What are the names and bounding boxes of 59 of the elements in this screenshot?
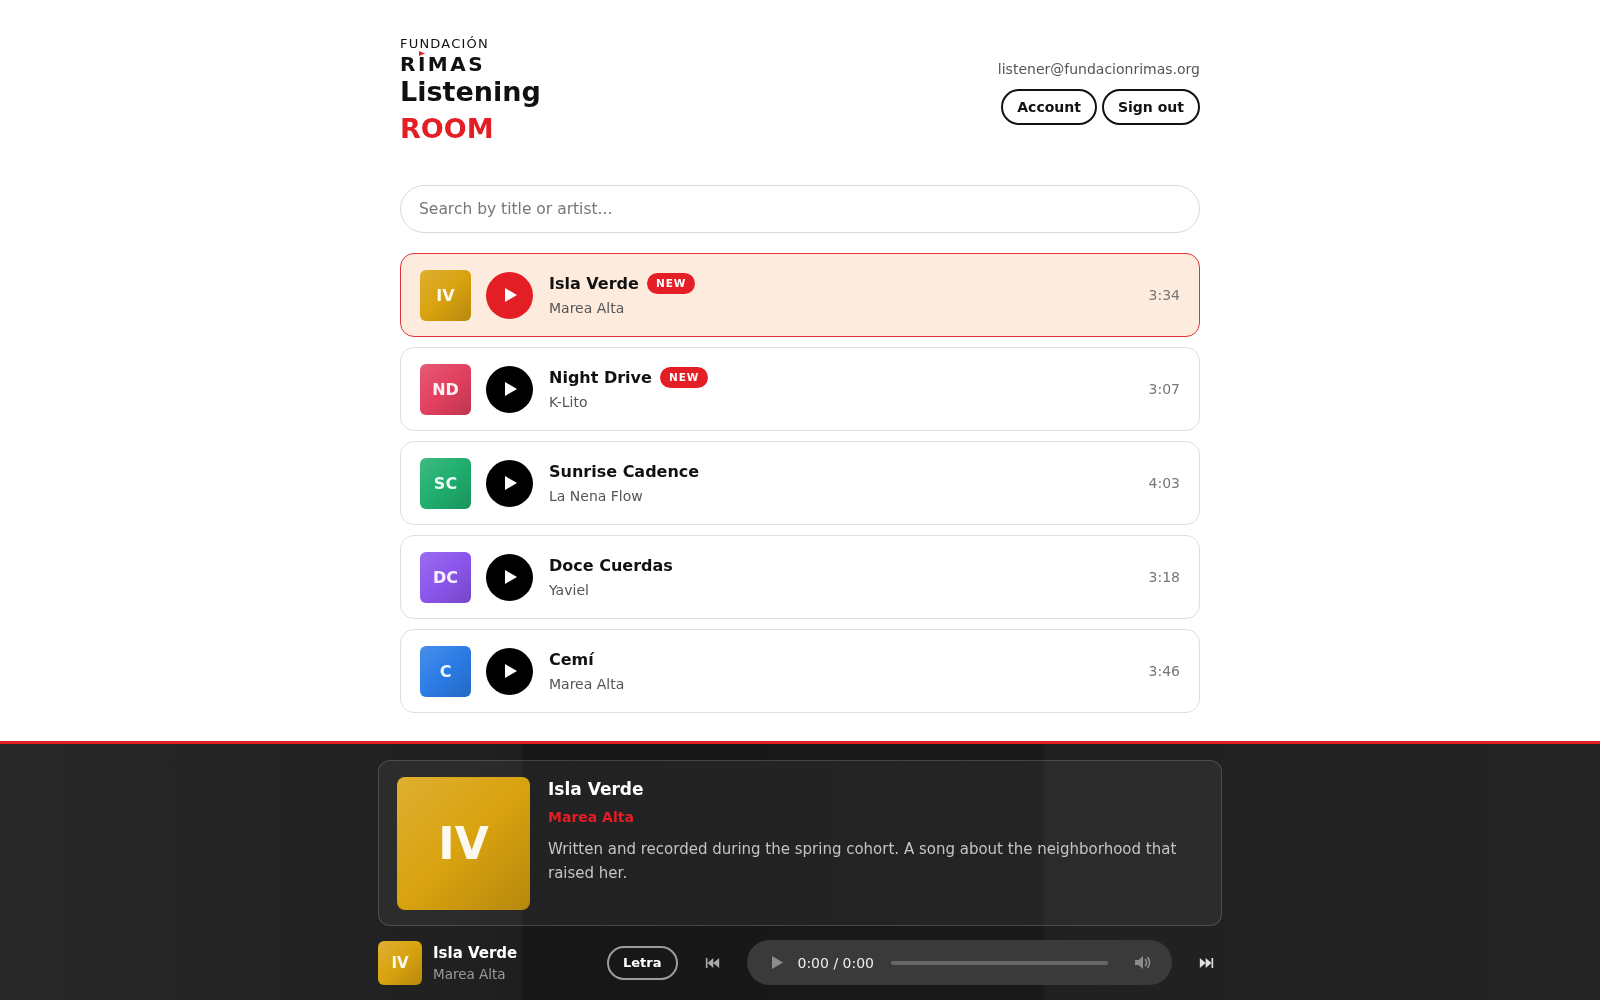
track-row[interactable]: ND Night Drive NEW K-Lito 3:07 xyxy=(400,347,1200,431)
play-button[interactable] xyxy=(486,647,533,695)
song-description: Written and recorded during the spring cohort. A song about the neighborhood that raised her. xyxy=(548,839,1178,884)
play-button[interactable] xyxy=(486,459,533,507)
now-playing-artist: Marea Alta xyxy=(548,808,634,827)
track-artist: La Nena Flow xyxy=(549,486,643,506)
play-button[interactable] xyxy=(486,365,533,413)
track-artist: Marea Alta xyxy=(549,674,625,694)
search-field[interactable]: Search by title or artist... xyxy=(400,185,1200,233)
mini-artist: Marea Alta xyxy=(433,964,506,983)
header-button[interactable]: Sign out xyxy=(1101,89,1200,125)
track-art: DC xyxy=(420,551,471,603)
play-icon xyxy=(505,664,517,678)
user-email: listener@fundacionrimas.org xyxy=(997,60,1200,79)
mini-cover-art: IV xyxy=(378,940,422,985)
triangle-icon xyxy=(419,51,425,56)
mini-title: Isla Verde xyxy=(433,942,518,963)
now-playing-title: Isla Verde xyxy=(548,778,644,801)
play-icon xyxy=(505,288,517,302)
track-row[interactable]: DC Doce Cuerdas Yaviel 3:18 xyxy=(400,535,1200,619)
play-icon xyxy=(505,476,517,490)
site-subtitle: ROOM xyxy=(400,112,494,145)
cover-art: IV xyxy=(397,777,530,910)
new-badge: NEW xyxy=(659,367,709,388)
lyrics-button[interactable]: Letra xyxy=(607,945,678,980)
track-artist: Yaviel xyxy=(549,580,589,600)
track-title: Doce Cuerdas xyxy=(549,554,673,577)
site-title: Listening xyxy=(400,75,541,108)
brand-org: FUNDACIÓN xyxy=(400,37,489,51)
playback-time: 0:00 / 0:00 xyxy=(797,954,874,971)
track-artist: Marea Alta xyxy=(549,298,625,318)
track-duration: 3:34 xyxy=(1148,287,1180,303)
new-badge: NEW xyxy=(646,273,696,294)
track-title: Isla Verde xyxy=(549,272,639,295)
track-row[interactable]: C Cemí Marea Alta 3:46 xyxy=(400,629,1200,713)
brand-name: RIMAS xyxy=(400,57,486,72)
track-art: SC xyxy=(420,457,471,509)
volume-icon[interactable] xyxy=(1134,955,1152,970)
skip-back-icon xyxy=(704,957,720,968)
skip-forward-icon xyxy=(1198,957,1214,968)
track-title: Sunrise Cadence xyxy=(549,460,700,483)
header-button[interactable]: Account xyxy=(1001,89,1097,125)
play-icon xyxy=(505,382,517,396)
track-duration: 3:07 xyxy=(1148,381,1180,397)
track-artist: K-Lito xyxy=(549,392,588,412)
track-title: Night Drive xyxy=(549,366,652,389)
track-art: ND xyxy=(420,363,471,415)
track-duration: 3:18 xyxy=(1148,569,1180,585)
track-art: IV xyxy=(420,269,471,321)
play-icon xyxy=(505,570,517,584)
play-button[interactable] xyxy=(486,553,533,601)
track-duration: 4:03 xyxy=(1148,475,1180,491)
track-title: Cemí xyxy=(549,648,594,671)
play-icon xyxy=(771,956,783,969)
track-row[interactable]: SC Sunrise Cadence La Nena Flow 4:03 xyxy=(400,441,1200,525)
track-row[interactable]: IV Isla Verde NEW Marea Alta 3:34 xyxy=(400,253,1200,337)
track-duration: 3:46 xyxy=(1148,663,1180,679)
track-art: C xyxy=(420,645,471,697)
seek-track[interactable] xyxy=(891,960,1108,965)
